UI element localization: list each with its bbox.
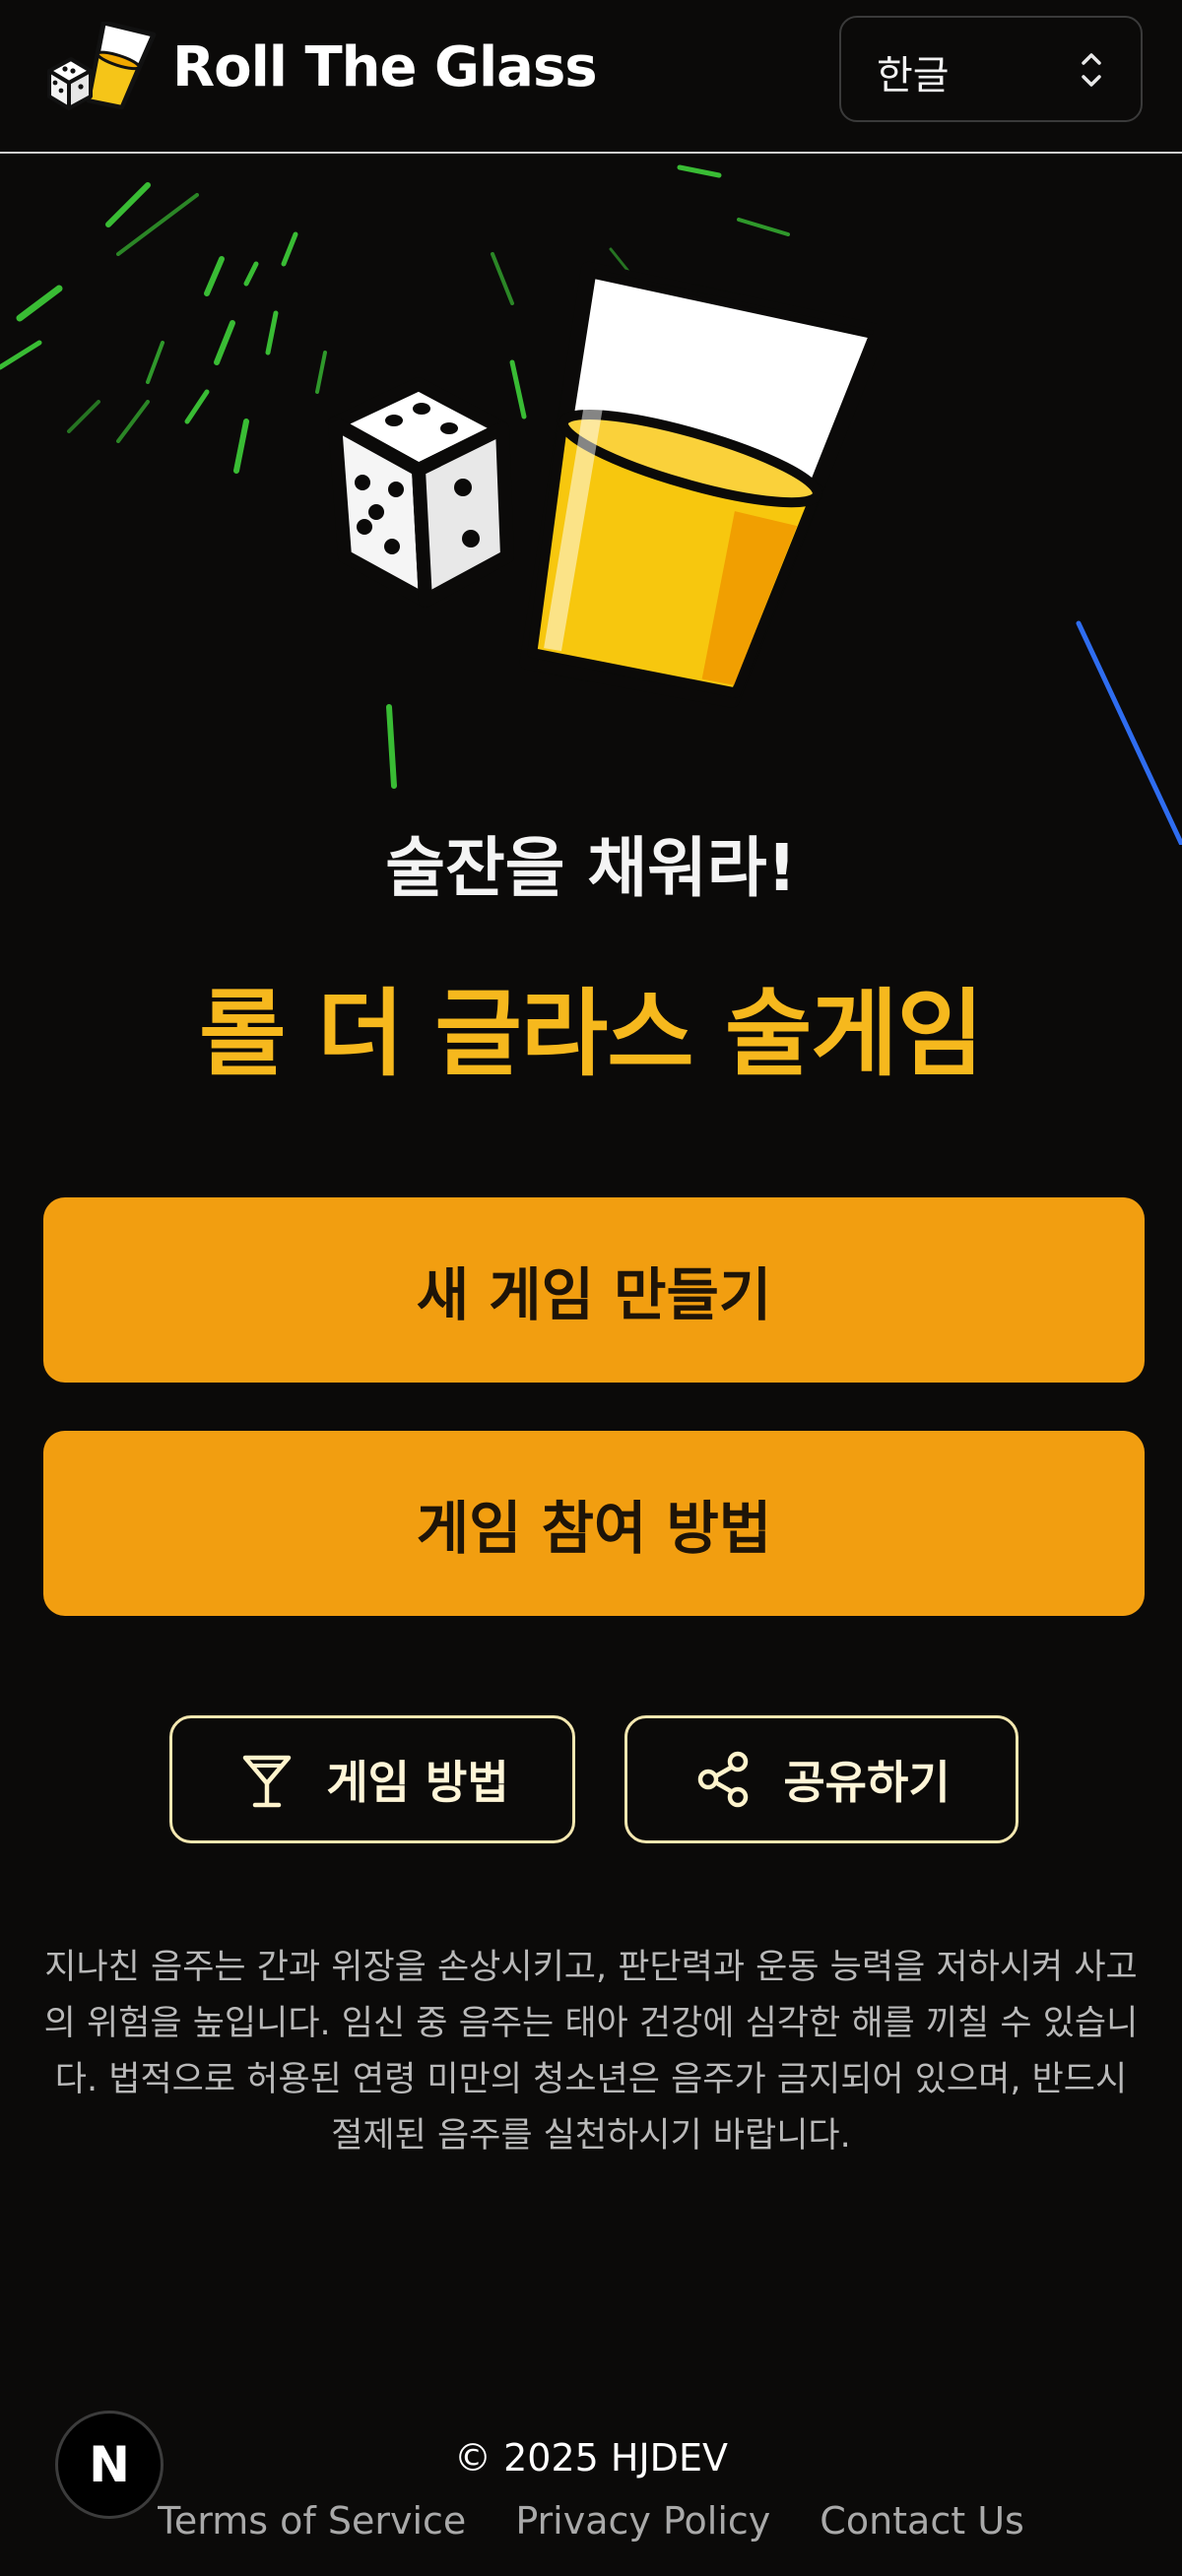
how-to-play-button[interactable]: 게임 방법 [169,1715,575,1843]
cocktail-glass-icon [243,1755,292,1808]
privacy-policy-link[interactable]: Privacy Policy [515,2499,770,2543]
how-to-play-label: 게임 방법 [326,1756,509,1809]
drinking-warning-text: 지나친 음주는 간과 위장을 손상시키고, 판단력과 운동 능력을 저하시켜 사… [43,1948,1139,2156]
header: Roll The Glass 한글 [0,0,1182,154]
share-icon [698,1751,749,1808]
create-game-button[interactable]: 새 게임 만들기 [43,1197,1145,1383]
contact-us-link[interactable]: Contact Us [820,2499,1024,2543]
share-label: 공유하기 [783,1756,951,1809]
chevron-updown-icon [1082,53,1101,87]
dice-glass-logo-icon[interactable] [41,22,160,120]
language-select[interactable]: 한글 [839,16,1143,122]
language-selected-value: 한글 [877,53,950,98]
page-title: 롤 더 글라스 술게임 [199,979,984,1089]
copyright-text: © 2025 HJDEV [454,2436,728,2479]
brand-name[interactable]: Roll The Glass [172,35,598,99]
dice-glass-illustration-icon [328,261,877,708]
hero-tagline: 술잔을 채워라! [385,830,797,906]
app-page: Roll The Glass 한글 술잔을 채워라! 롤 더 글라스 술게임 새… [0,0,1182,2576]
share-button[interactable]: 공유하기 [624,1715,1018,1843]
terms-of-service-link[interactable]: Terms of Service [158,2499,466,2543]
join-guide-button[interactable]: 게임 참여 방법 [43,1431,1145,1616]
footer-links: Terms of Service Privacy Policy Contact … [0,2499,1182,2543]
